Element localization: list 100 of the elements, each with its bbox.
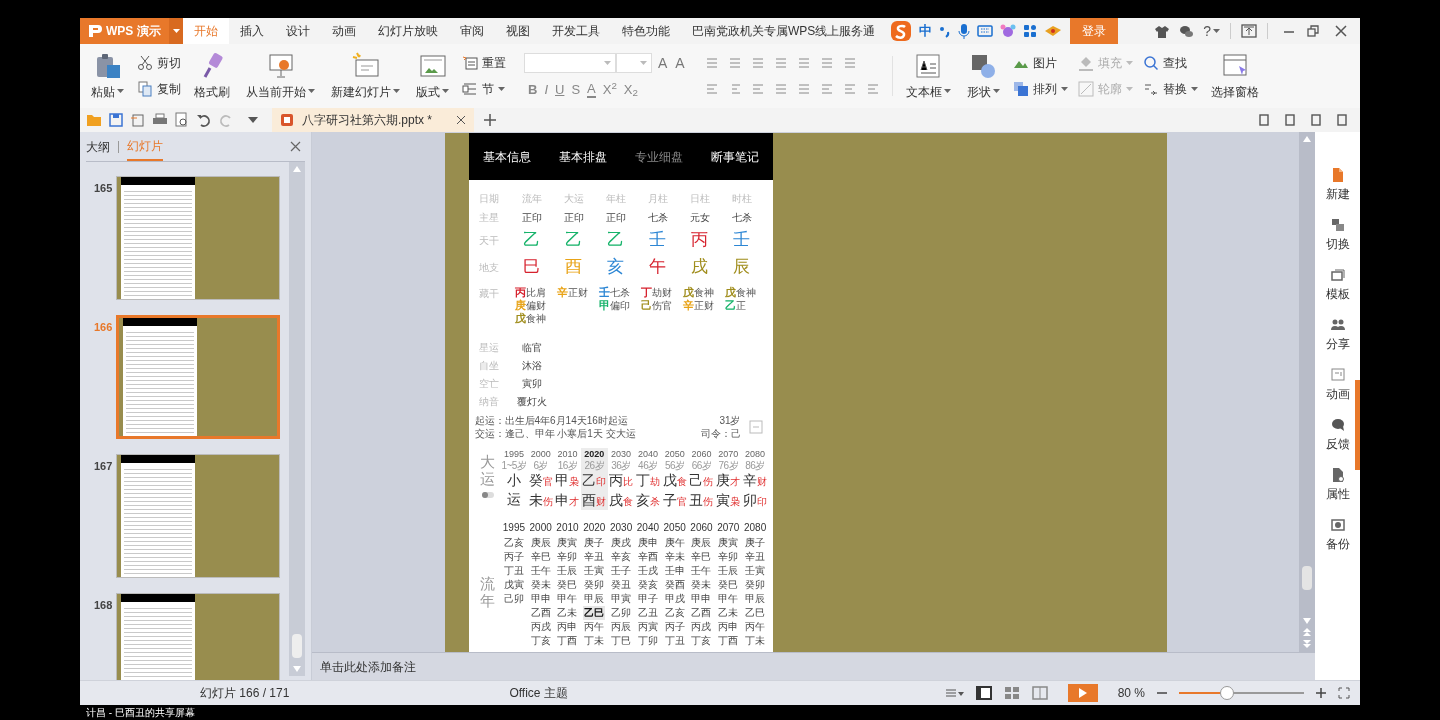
year-item[interactable]: 庚寅	[717, 536, 740, 550]
ribbon-button[interactable]: 替换	[1142, 80, 1198, 98]
year-item[interactable]: 庚戌	[610, 536, 633, 550]
year-item[interactable]: 丁巳	[610, 634, 633, 648]
document-tab[interactable]: 八字研习社第六期.pptx *	[272, 108, 475, 132]
zoom-slider-thumb[interactable]	[1219, 686, 1234, 700]
normal-view-icon[interactable]	[975, 686, 992, 700]
year-item[interactable]: 丁丑	[663, 634, 686, 648]
year-item[interactable]: 戊寅	[502, 578, 525, 592]
help-button[interactable]: ?	[1203, 20, 1220, 42]
close-icon[interactable]	[456, 115, 467, 125]
ribbon-button[interactable]: 从当前开始	[243, 51, 318, 101]
luck-column[interactable]: 2070 76岁 庚才 寅枭	[714, 448, 742, 510]
ribbon-button[interactable]: 版式	[413, 51, 452, 101]
side-panel-button[interactable]: 备份	[1325, 518, 1350, 553]
apps-grid-icon[interactable]	[1023, 24, 1038, 38]
tshirt-icon[interactable]	[1155, 24, 1170, 38]
year-item[interactable]: 辛丑	[583, 550, 606, 564]
year-item[interactable]: 丁丑	[502, 564, 525, 578]
export-icon[interactable]	[130, 112, 146, 128]
notes-toggle-icon[interactable]	[945, 688, 964, 698]
year-item[interactable]: 辛亥	[610, 550, 633, 564]
redo-icon[interactable]	[218, 112, 234, 128]
print-preview-icon[interactable]	[174, 112, 190, 128]
slide-thumbnail[interactable]	[116, 454, 280, 578]
chat-bubbles-icon[interactable]	[1179, 24, 1194, 38]
slide-thumbnail[interactable]	[116, 315, 280, 439]
toggle-icon[interactable]	[480, 491, 495, 499]
year-item[interactable]: 庚午	[663, 536, 686, 550]
keyboard-icon[interactable]	[977, 25, 994, 37]
year-item[interactable]: 辛卯	[556, 550, 579, 564]
ribbon-button[interactable]: 重置	[462, 54, 506, 72]
luck-column[interactable]: 1995 1~5岁 小 运	[500, 448, 528, 510]
ribbon-button[interactable]: 剪切	[137, 54, 181, 72]
side-panel-button[interactable]: 分享	[1325, 318, 1350, 353]
year-item[interactable]: 丁酉	[556, 634, 579, 648]
fit-window-icon[interactable]	[1338, 687, 1350, 699]
year-item[interactable]: 壬午	[529, 564, 552, 578]
align-left-icon[interactable]	[704, 82, 719, 96]
customize-caret-icon[interactable]	[248, 117, 258, 123]
side-panel-button[interactable]: 动画	[1325, 368, 1350, 403]
year-item[interactable]: 辛卯	[717, 550, 740, 564]
shrink-font-button[interactable]: A	[673, 52, 687, 74]
menu-tab[interactable]: 开发工具	[541, 18, 611, 44]
menu-tab[interactable]: 幻灯片放映	[367, 18, 449, 44]
year-item[interactable]: 壬子	[610, 564, 633, 578]
folder-icon[interactable]	[86, 112, 102, 128]
year-item[interactable]: 乙未	[556, 606, 579, 620]
year-item[interactable]: 丙申	[556, 620, 579, 634]
year-item[interactable]: 甲戌	[663, 592, 686, 606]
ime-mode-toggle[interactable]: 中	[919, 21, 933, 41]
year-item[interactable]: 丙午	[583, 620, 606, 634]
reading-view-icon[interactable]	[1031, 686, 1048, 700]
year-item[interactable]: 甲申	[529, 592, 552, 606]
punctuation-icon[interactable]	[939, 24, 952, 38]
side-panel-button[interactable]: 切换	[1325, 218, 1350, 253]
ribbon-button[interactable]: 选择窗格	[1207, 51, 1262, 101]
year-item[interactable]: 庚申	[636, 536, 659, 550]
ribbon-button[interactable]: 查找	[1142, 54, 1198, 72]
year-item[interactable]: 辛巳	[529, 550, 552, 564]
side-panel-button[interactable]: 模板	[1325, 268, 1350, 303]
year-item[interactable]: 癸亥	[636, 578, 659, 592]
panel-toggle[interactable]	[1355, 380, 1360, 470]
year-item[interactable]: 癸丑	[610, 578, 633, 592]
year-item[interactable]: 甲辰	[583, 592, 606, 606]
year-item[interactable]: 乙巳	[744, 606, 767, 620]
luck-column[interactable]: 2020 26岁 乙印 酉财	[580, 448, 608, 510]
luck-column[interactable]: 2010 16岁 甲枭 申才	[554, 448, 581, 510]
year-item[interactable]: 癸巳	[556, 578, 579, 592]
year-item[interactable]: 癸酉	[663, 578, 686, 592]
year-item[interactable]: 辛酉	[636, 550, 659, 564]
year-item[interactable]: 庚寅	[556, 536, 579, 550]
panel-tab[interactable]: 断事笔记	[710, 147, 759, 166]
year-item[interactable]: 丙戌	[690, 620, 713, 634]
year-item[interactable]: 乙巳	[583, 606, 606, 620]
year-item[interactable]: 丁卯	[636, 634, 659, 648]
ribbon-button[interactable]: 复制	[137, 80, 181, 98]
luck-column[interactable]: 2040 46岁 丁劫 亥杀	[634, 448, 662, 510]
ribbon-button[interactable]: 形状	[963, 51, 1003, 101]
save-icon[interactable]	[108, 112, 124, 128]
skin-icon[interactable]	[1000, 24, 1017, 38]
ribbon-button[interactable]: 图片	[1012, 54, 1068, 72]
year-item[interactable]: 甲寅	[610, 592, 633, 606]
year-item[interactable]: 丁亥	[529, 634, 552, 648]
superscript-button[interactable]: X$^{2}$	[602, 79, 617, 100]
restore-icon[interactable]	[1306, 24, 1320, 38]
luck-column[interactable]: 2000 6岁 癸官 未伤	[527, 448, 555, 510]
year-item[interactable]: 甲子	[636, 592, 659, 606]
year-item[interactable]: 甲辰	[744, 592, 767, 606]
luck-column[interactable]: 2050 56岁 戊食 子官	[661, 448, 689, 510]
year-item[interactable]: 辛未	[663, 550, 686, 564]
microphone-icon[interactable]	[958, 23, 971, 39]
year-item[interactable]: 丁未	[583, 634, 606, 648]
panel-tab[interactable]: 基本信息	[482, 147, 531, 166]
side-panel-button[interactable]: 反馈	[1325, 418, 1350, 453]
year-item[interactable]: 庚辰	[690, 536, 713, 550]
year-item[interactable]: 癸未	[529, 578, 552, 592]
year-item[interactable]: 庚子	[744, 536, 767, 550]
year-item[interactable]: 壬寅	[744, 564, 767, 578]
notes-field[interactable]: 单击此处添加备注	[320, 657, 416, 676]
